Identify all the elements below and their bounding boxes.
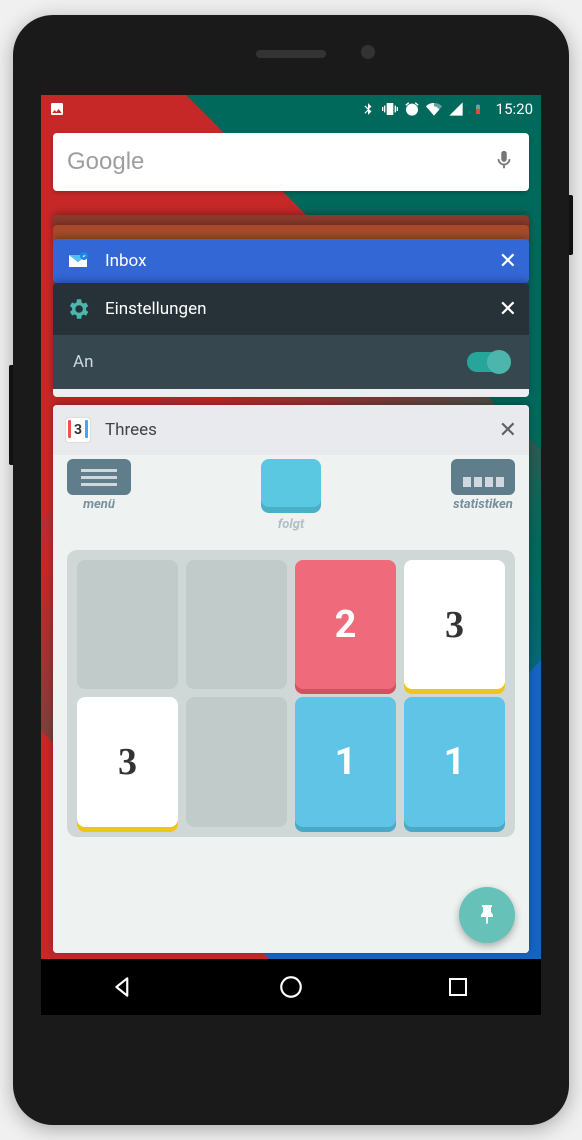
recent-card-settings[interactable]: Einstellungen ✕ An xyxy=(53,283,529,397)
settings-preview: An xyxy=(53,335,529,389)
signal-icon xyxy=(448,101,464,117)
screen: 15:20 Google Inbox ✕ xyxy=(41,95,541,1015)
tile-3: 3 xyxy=(77,697,178,826)
tile-1: 1 xyxy=(295,697,396,826)
alarm-icon xyxy=(404,101,420,117)
card-title: Inbox xyxy=(105,251,485,271)
phone-frame: 15:20 Google Inbox ✕ xyxy=(13,15,569,1125)
recents-button[interactable] xyxy=(444,973,472,1001)
next-label: folgt xyxy=(278,517,304,532)
home-button[interactable] xyxy=(277,973,305,1001)
inbox-app-icon xyxy=(65,248,91,274)
game-board: 2 3 3 1 1 xyxy=(67,550,515,837)
gear-icon xyxy=(65,296,91,322)
pin-app-button[interactable] xyxy=(459,887,515,943)
volume-rocker xyxy=(9,365,13,465)
close-icon[interactable]: ✕ xyxy=(499,418,517,443)
stats-label: statistiken xyxy=(453,497,513,512)
menu-label: menü xyxy=(83,497,115,512)
card-title: Einstellungen xyxy=(105,299,485,319)
phone-camera xyxy=(361,45,375,59)
wifi-icon xyxy=(426,101,442,117)
google-search-bar[interactable]: Google xyxy=(53,133,529,191)
bluetooth-icon xyxy=(360,101,376,117)
battery-icon xyxy=(470,101,486,117)
search-placeholder: Google xyxy=(67,148,493,176)
threes-menu-button[interactable]: menü xyxy=(67,459,131,512)
threes-preview: menü folgt statistiken xyxy=(53,455,529,953)
power-button xyxy=(569,195,573,255)
mic-icon[interactable] xyxy=(493,145,515,179)
empty-cell xyxy=(77,560,178,689)
empty-cell xyxy=(186,697,287,826)
vibrate-icon xyxy=(382,101,398,117)
close-icon[interactable]: ✕ xyxy=(499,249,517,274)
empty-cell xyxy=(186,560,287,689)
system-nav-bar xyxy=(41,959,541,1015)
close-icon[interactable]: ✕ xyxy=(499,297,517,322)
status-clock: 15:20 xyxy=(496,100,533,118)
back-button[interactable] xyxy=(110,973,138,1001)
recent-card-threes[interactable]: 3 Threes ✕ menü folgt xyxy=(53,405,529,953)
card-title: Threes xyxy=(105,420,485,440)
tile-2: 2 xyxy=(295,560,396,689)
threes-next-tile: folgt xyxy=(261,459,321,532)
status-bar: 15:20 xyxy=(41,95,541,123)
recent-card-inbox[interactable]: Inbox ✕ xyxy=(53,239,529,283)
toggle-label: An xyxy=(73,352,93,372)
tile-1: 1 xyxy=(404,697,505,826)
recent-apps-stack: Inbox ✕ Einstellungen ✕ An xyxy=(53,215,529,953)
toggle-switch[interactable] xyxy=(467,352,509,372)
threes-app-icon: 3 xyxy=(65,417,91,443)
phone-speaker xyxy=(256,50,326,58)
threes-stats-button[interactable]: statistiken xyxy=(451,459,515,512)
settings-edge xyxy=(53,389,529,397)
picture-icon xyxy=(49,101,65,117)
tile-3: 3 xyxy=(404,560,505,689)
